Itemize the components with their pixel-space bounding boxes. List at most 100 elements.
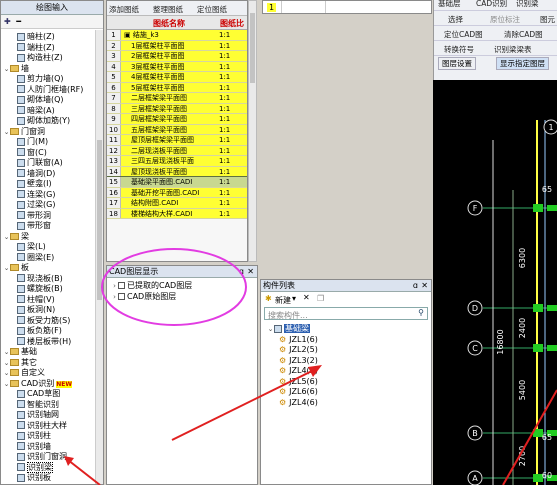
- table-row[interactable]: 17 结构附图.CADI 1:1: [107, 198, 247, 209]
- floor-select[interactable]: 基础层: [438, 0, 461, 9]
- tree-item[interactable]: 暗梁(A): [1, 106, 96, 117]
- expand-icon[interactable]: ⌄: [3, 379, 10, 390]
- tree-item[interactable]: 柱帽(V): [1, 295, 96, 306]
- expand-icon[interactable]: ⌄: [3, 64, 10, 75]
- table-row[interactable]: 4 3层框架柱平面图 1:1: [107, 61, 247, 72]
- table-row[interactable]: 1 ▣ 结施_k3 1:1: [107, 30, 247, 41]
- tree-item[interactable]: 识别柱大样: [1, 421, 96, 432]
- tree-item[interactable]: 梁(L): [1, 242, 96, 253]
- table-row[interactable]: 8 三层框架梁平面图 1:1: [107, 103, 247, 114]
- component-item[interactable]: ⚙ JZL6(6): [261, 387, 431, 398]
- table-row[interactable]: 16 基础开挖平面图.CADI 1:1: [107, 187, 247, 198]
- tree-item[interactable]: 窗(C): [1, 148, 96, 159]
- component-root[interactable]: ⌄ 基础梁: [261, 324, 431, 335]
- tree-item[interactable]: 构造柱(Z): [1, 53, 96, 64]
- component-item[interactable]: ⚙ JZL3(2): [261, 356, 431, 367]
- tree-item[interactable]: 带形洞: [1, 211, 96, 222]
- element-button[interactable]: 图元: [540, 14, 555, 25]
- tree-item[interactable]: 门联窗(A): [1, 158, 96, 169]
- tree-item[interactable]: 圈梁(E): [1, 253, 96, 264]
- tree-folder[interactable]: ⌄ 其它: [1, 358, 96, 369]
- table-row[interactable]: 5 4层框架柱平面图 1:1: [107, 72, 247, 83]
- component-item[interactable]: ⚙ JZL4(5): [261, 366, 431, 377]
- tree-item[interactable]: 智能识别: [1, 400, 96, 411]
- component-item[interactable]: ⚙ JZL1(6): [261, 335, 431, 346]
- tree-item[interactable]: 识别柱: [1, 431, 96, 442]
- table-row[interactable]: 12 二层现浇板平面图 1:1: [107, 145, 247, 156]
- locate-cad-button[interactable]: 定位CAD图: [444, 29, 483, 40]
- tree-folder[interactable]: ⌄ 门窗洞: [1, 127, 96, 138]
- recognize-beam-table-button[interactable]: 识别梁梁表: [494, 44, 532, 55]
- cad-canvas[interactable]: FDCBA1630024005400270016800656560: [433, 80, 557, 485]
- table-row[interactable]: 18 楼梯结构大样.CADI 1:1: [107, 208, 247, 219]
- tree-item[interactable]: 过梁(G): [1, 200, 96, 211]
- tree-item[interactable]: 识别墙: [1, 442, 96, 453]
- tree-folder[interactable]: ⌄ CAD识别 NEW: [1, 379, 96, 390]
- tree-item[interactable]: 现浇板(B): [1, 274, 96, 285]
- search-input[interactable]: 搜索构件... ⚲: [264, 307, 428, 320]
- table-row[interactable]: 2 1层框架柱平面图 1:1: [107, 40, 247, 51]
- tree-folder[interactable]: ⌄ 基础: [1, 347, 96, 358]
- tree-item[interactable]: 识别门窗洞: [1, 452, 96, 463]
- tree-item[interactable]: 螺旋板(B): [1, 284, 96, 295]
- scroll-thumb[interactable]: [97, 140, 102, 300]
- tree-item[interactable]: 识别板: [1, 473, 96, 484]
- tree-item[interactable]: 壁龛(I): [1, 179, 96, 190]
- pin-icon[interactable]: ɑ: [239, 266, 244, 278]
- tree-item[interactable]: 端柱(Z): [1, 43, 96, 54]
- table-row[interactable]: 15 基础梁平面图.CADI 1:1: [107, 176, 247, 189]
- new-icon[interactable]: ✱: [265, 294, 272, 303]
- copy-icon[interactable]: ❐: [317, 294, 324, 303]
- tree-item[interactable]: 砌体加筋(Y): [1, 116, 96, 127]
- new-button[interactable]: 新建: [275, 295, 291, 306]
- tree-item[interactable]: CAD草图: [1, 389, 96, 400]
- clear-cad-button[interactable]: 清除CAD图: [504, 29, 543, 40]
- in-place-annotation-button[interactable]: 原位标注: [490, 14, 520, 25]
- table-row[interactable]: 14 屋顶现浇板平面图 1:1: [107, 166, 247, 177]
- search-icon[interactable]: ⚲: [418, 308, 424, 317]
- tree-scrollbar[interactable]: [95, 30, 103, 484]
- drawing-toolbar-button[interactable]: 定位图纸: [197, 4, 227, 15]
- cad-layer-item[interactable]: › 已提取的CAD图层: [107, 281, 257, 292]
- chevron-down-icon[interactable]: ▾: [292, 294, 296, 303]
- tree-item[interactable]: 板受力筋(S): [1, 316, 96, 327]
- tree-item[interactable]: 暗柱(Z): [1, 32, 96, 43]
- expand-icon[interactable]: ⌄: [3, 232, 10, 243]
- table-row[interactable]: 11 屋顶层框架梁平面图 1:1: [107, 135, 247, 146]
- tree-folder[interactable]: ⌄ 墙: [1, 64, 96, 75]
- show-layer-button[interactable]: 显示指定图层: [496, 57, 549, 70]
- table-row[interactable]: 10 五层框架梁平面图 1:1: [107, 124, 247, 135]
- recognize-beam-select[interactable]: 识别梁: [516, 0, 539, 9]
- drawing-toolbar-button[interactable]: 添加图纸: [109, 4, 139, 15]
- expand-icon[interactable]: ⌄: [3, 347, 10, 358]
- tree-folder[interactable]: ⌄ 板: [1, 263, 96, 274]
- tree-item[interactable]: 识别轴网: [1, 410, 96, 421]
- tree-item[interactable]: 砌体墙(Q): [1, 95, 96, 106]
- delete-icon[interactable]: ✕: [303, 293, 310, 302]
- tree-folder[interactable]: ⌄ 梁: [1, 232, 96, 243]
- drawing-toolbar-button[interactable]: 整理图纸: [153, 4, 183, 15]
- close-icon[interactable]: ✕: [247, 266, 254, 278]
- remove-button[interactable]: ━: [16, 17, 21, 26]
- tree-item[interactable]: 板负筋(F): [1, 326, 96, 337]
- close-icon[interactable]: ✕: [421, 280, 428, 292]
- expand-icon[interactable]: ⌄: [3, 358, 10, 369]
- component-item[interactable]: ⚙ JZL4(6): [261, 398, 431, 409]
- tree-item[interactable]: 带形窗: [1, 221, 96, 232]
- convert-symbol-button[interactable]: 转换符号: [444, 44, 474, 55]
- cad-recognize-select[interactable]: CAD识别: [476, 0, 507, 9]
- table-row[interactable]: 7 二层框架梁平面图 1:1: [107, 93, 247, 104]
- tree-item[interactable]: 剪力墙(Q): [1, 74, 96, 85]
- cad-layer-item[interactable]: › CAD原始图层: [107, 292, 257, 303]
- expand-icon[interactable]: ⌄: [3, 368, 10, 379]
- drawing-list-scrollbar[interactable]: [248, 0, 257, 262]
- scroll-thumb[interactable]: [250, 13, 255, 83]
- expand-icon[interactable]: ⌄: [3, 263, 10, 274]
- tree-item[interactable]: 连梁(G): [1, 190, 96, 201]
- table-row[interactable]: 6 5层框架柱平面图 1:1: [107, 82, 247, 93]
- tree-item[interactable]: 墙洞(D): [1, 169, 96, 180]
- layer-settings-button[interactable]: 图层设置: [438, 57, 476, 70]
- component-item[interactable]: ⚙ JZL5(6): [261, 377, 431, 388]
- tree-item[interactable]: 板洞(N): [1, 305, 96, 316]
- component-item[interactable]: ⚙ JZL2(5): [261, 345, 431, 356]
